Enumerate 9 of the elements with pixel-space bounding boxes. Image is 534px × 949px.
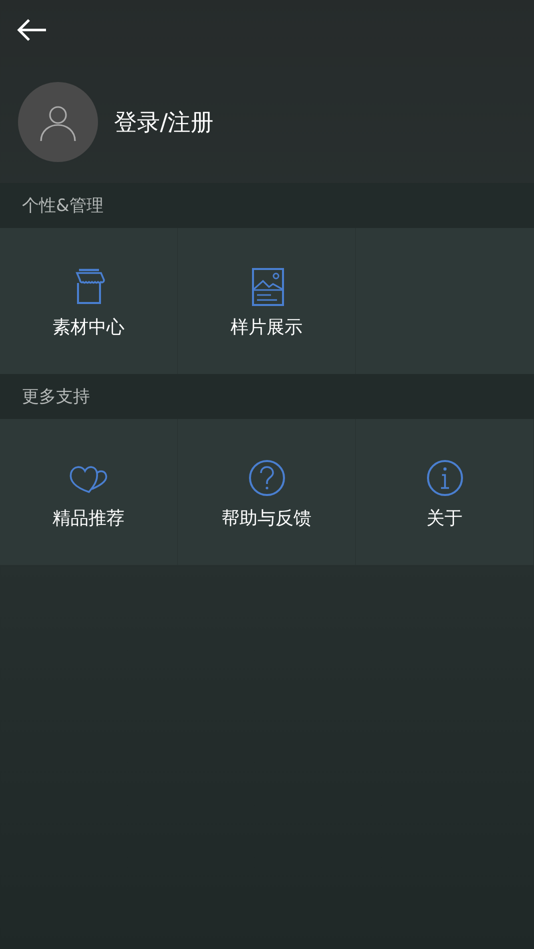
menu-tile[interactable]: 精品推荐 xyxy=(0,419,178,565)
login-register-link[interactable]: 登录/注册 xyxy=(114,106,214,138)
section-title: 个性&管理 xyxy=(22,195,104,217)
help-icon xyxy=(246,458,286,498)
section-title: 更多支持 xyxy=(22,386,90,408)
info-icon xyxy=(424,458,464,498)
menu-tile[interactable]: 关于 xyxy=(356,419,534,565)
back-arrow-icon[interactable] xyxy=(16,18,48,42)
menu-tile[interactable]: 帮助与反馈 xyxy=(178,419,356,565)
